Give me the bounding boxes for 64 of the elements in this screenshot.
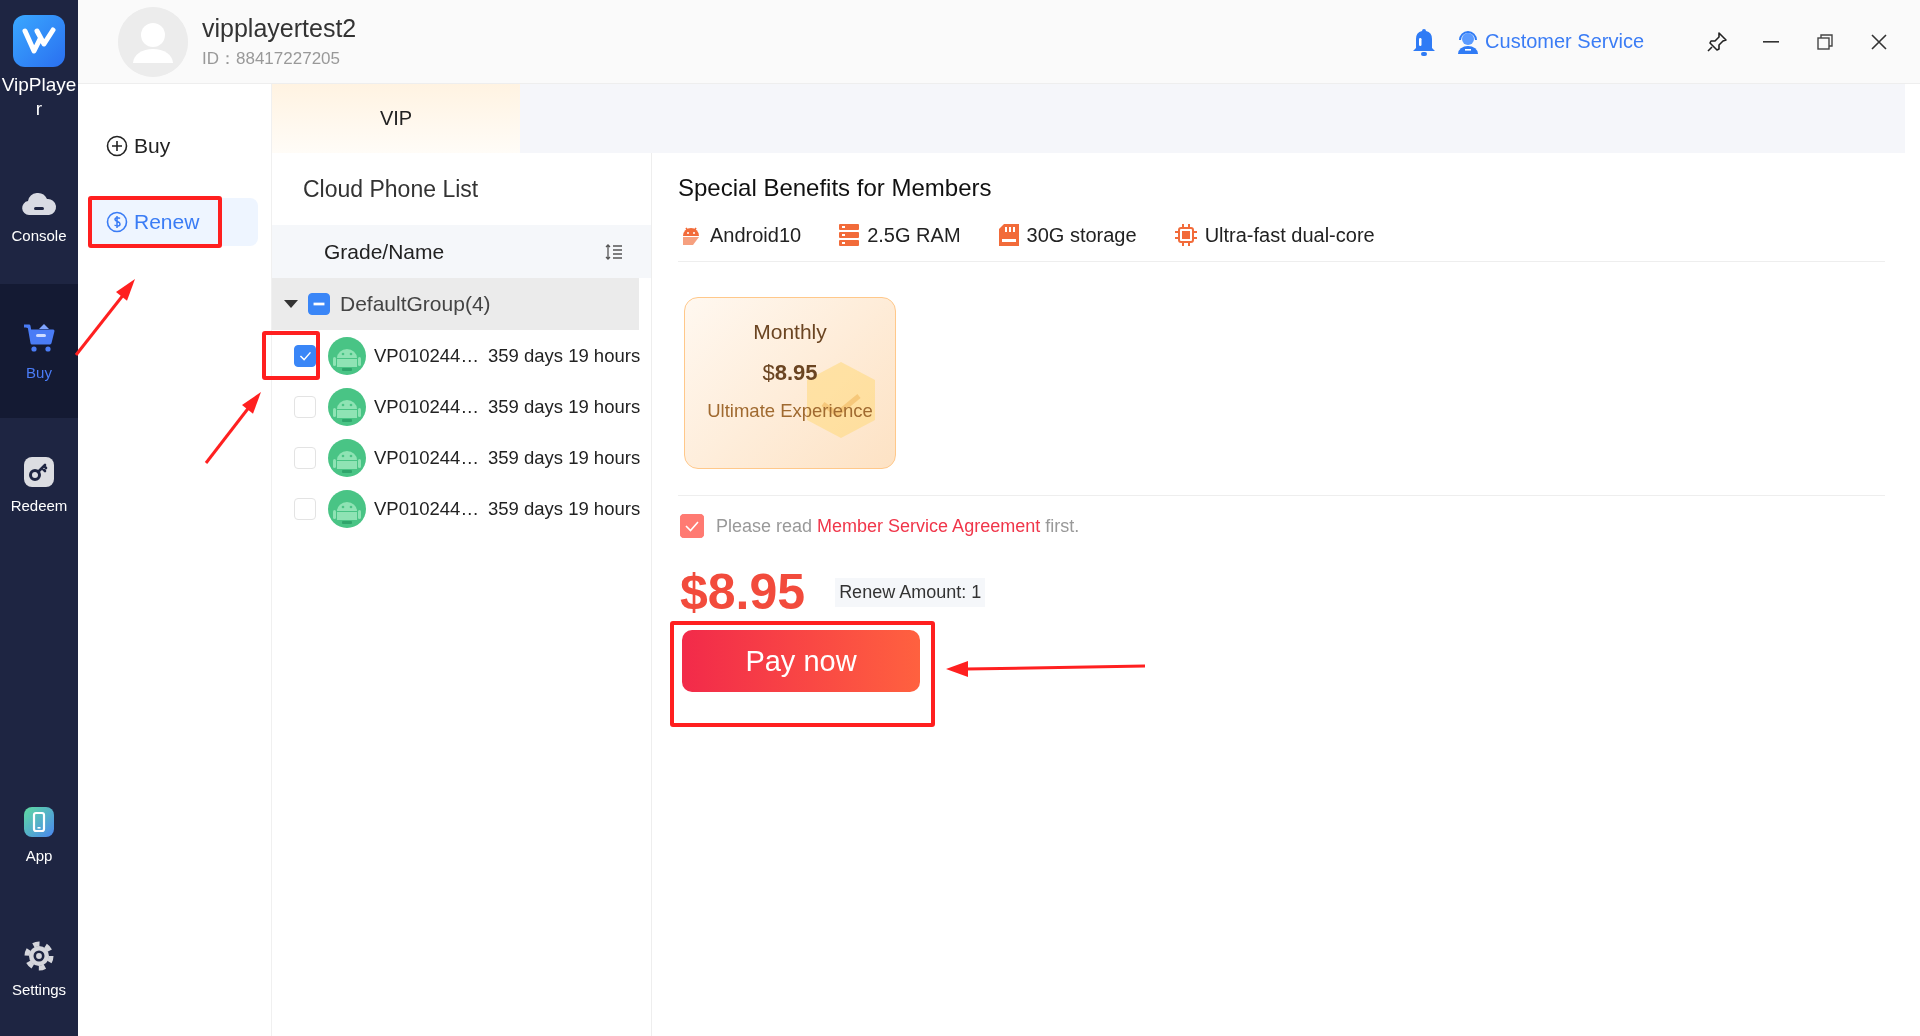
sidebar-item[interactable]: Console [0, 150, 78, 284]
feature-label: 30G storage [1026, 223, 1137, 247]
app-name: VipPlayer [0, 73, 78, 121]
remaining-time: 359 days 19 hours [487, 395, 641, 418]
feature-label: Android10 [710, 223, 802, 247]
close-icon[interactable] [1871, 33, 1887, 50]
agreement-text: Please read Member Service Agreement first. [716, 515, 1080, 537]
list-title: Cloud Phone List [302, 175, 480, 204]
chip-icon [1174, 224, 1197, 246]
bell-icon[interactable] [1411, 26, 1438, 57]
android-vip-icon [328, 438, 366, 477]
agreement-checkbox[interactable] [680, 514, 704, 538]
total-price: $8.95 [679, 563, 806, 621]
group-name: DefaultGroup(4) [340, 292, 491, 316]
device-name: VP010244… [374, 344, 479, 367]
headset-person-icon [1457, 29, 1480, 54]
expand-triangle-icon[interactable] [284, 299, 298, 309]
phone-icon [24, 806, 54, 837]
server-icon [839, 224, 860, 246]
plan-note: Ultimate Experience [707, 400, 873, 422]
dollar-circle-icon [106, 211, 128, 233]
feature-label: 2.5G RAM [867, 223, 961, 247]
device-name: VP010244… [374, 446, 479, 469]
pay-now-button[interactable]: Pay now [682, 630, 920, 692]
app-logo-icon [13, 15, 65, 67]
device-name: VP010244… [374, 497, 479, 520]
customer-service-link[interactable]: Customer Service [1457, 29, 1644, 54]
sd-card-icon [998, 224, 1019, 246]
cart-icon [22, 321, 56, 354]
sort-icon[interactable] [605, 243, 623, 260]
android-vip-icon [328, 336, 366, 375]
username: vipplayertest2 [202, 13, 357, 43]
remaining-time: 359 days 19 hours [487, 446, 641, 469]
agreement-link[interactable]: Member Service Agreement [817, 515, 1041, 536]
sidebar-item[interactable]: Redeem [0, 418, 78, 552]
android-vip-icon [328, 387, 366, 426]
group-checkbox[interactable] [308, 293, 330, 315]
minimize-icon[interactable] [1763, 40, 1779, 43]
highlight-frame [262, 331, 320, 380]
tab[interactable]: VIP [272, 84, 520, 153]
column-header: Grade/Name [324, 239, 445, 264]
plan-name: Monthly [753, 320, 827, 344]
submenu-item[interactable]: Buy [88, 122, 258, 170]
annotation-arrow [204, 392, 261, 464]
key-icon [24, 456, 54, 487]
remaining-time: 359 days 19 hours [487, 497, 641, 520]
remaining-time: 359 days 19 hours [487, 344, 641, 367]
row-checkbox[interactable] [294, 344, 316, 367]
sidebar-item[interactable]: Settings [0, 902, 78, 1036]
settings-icon [24, 940, 54, 971]
plan-price: $8.95 [762, 360, 818, 386]
android-vip-icon [328, 489, 366, 528]
plan-card[interactable]: Monthly $8.95 Ultimate Experience [684, 297, 896, 469]
benefits-title: Special Benefits for Members [678, 173, 993, 203]
plus-circle-icon [106, 135, 128, 157]
renew-amount: Renew Amount: 1 [835, 577, 986, 607]
sidebar-item[interactable]: App [0, 768, 78, 902]
user-id: ID：88417227205 [202, 47, 341, 70]
restore-icon[interactable] [1817, 33, 1833, 50]
pin-icon[interactable] [1706, 30, 1728, 53]
sidebar-item[interactable]: Buy [0, 284, 78, 418]
feature-label: Ultra-fast dual-core [1204, 223, 1375, 247]
cloud-icon [21, 190, 57, 217]
device-name: VP010244… [374, 395, 479, 418]
